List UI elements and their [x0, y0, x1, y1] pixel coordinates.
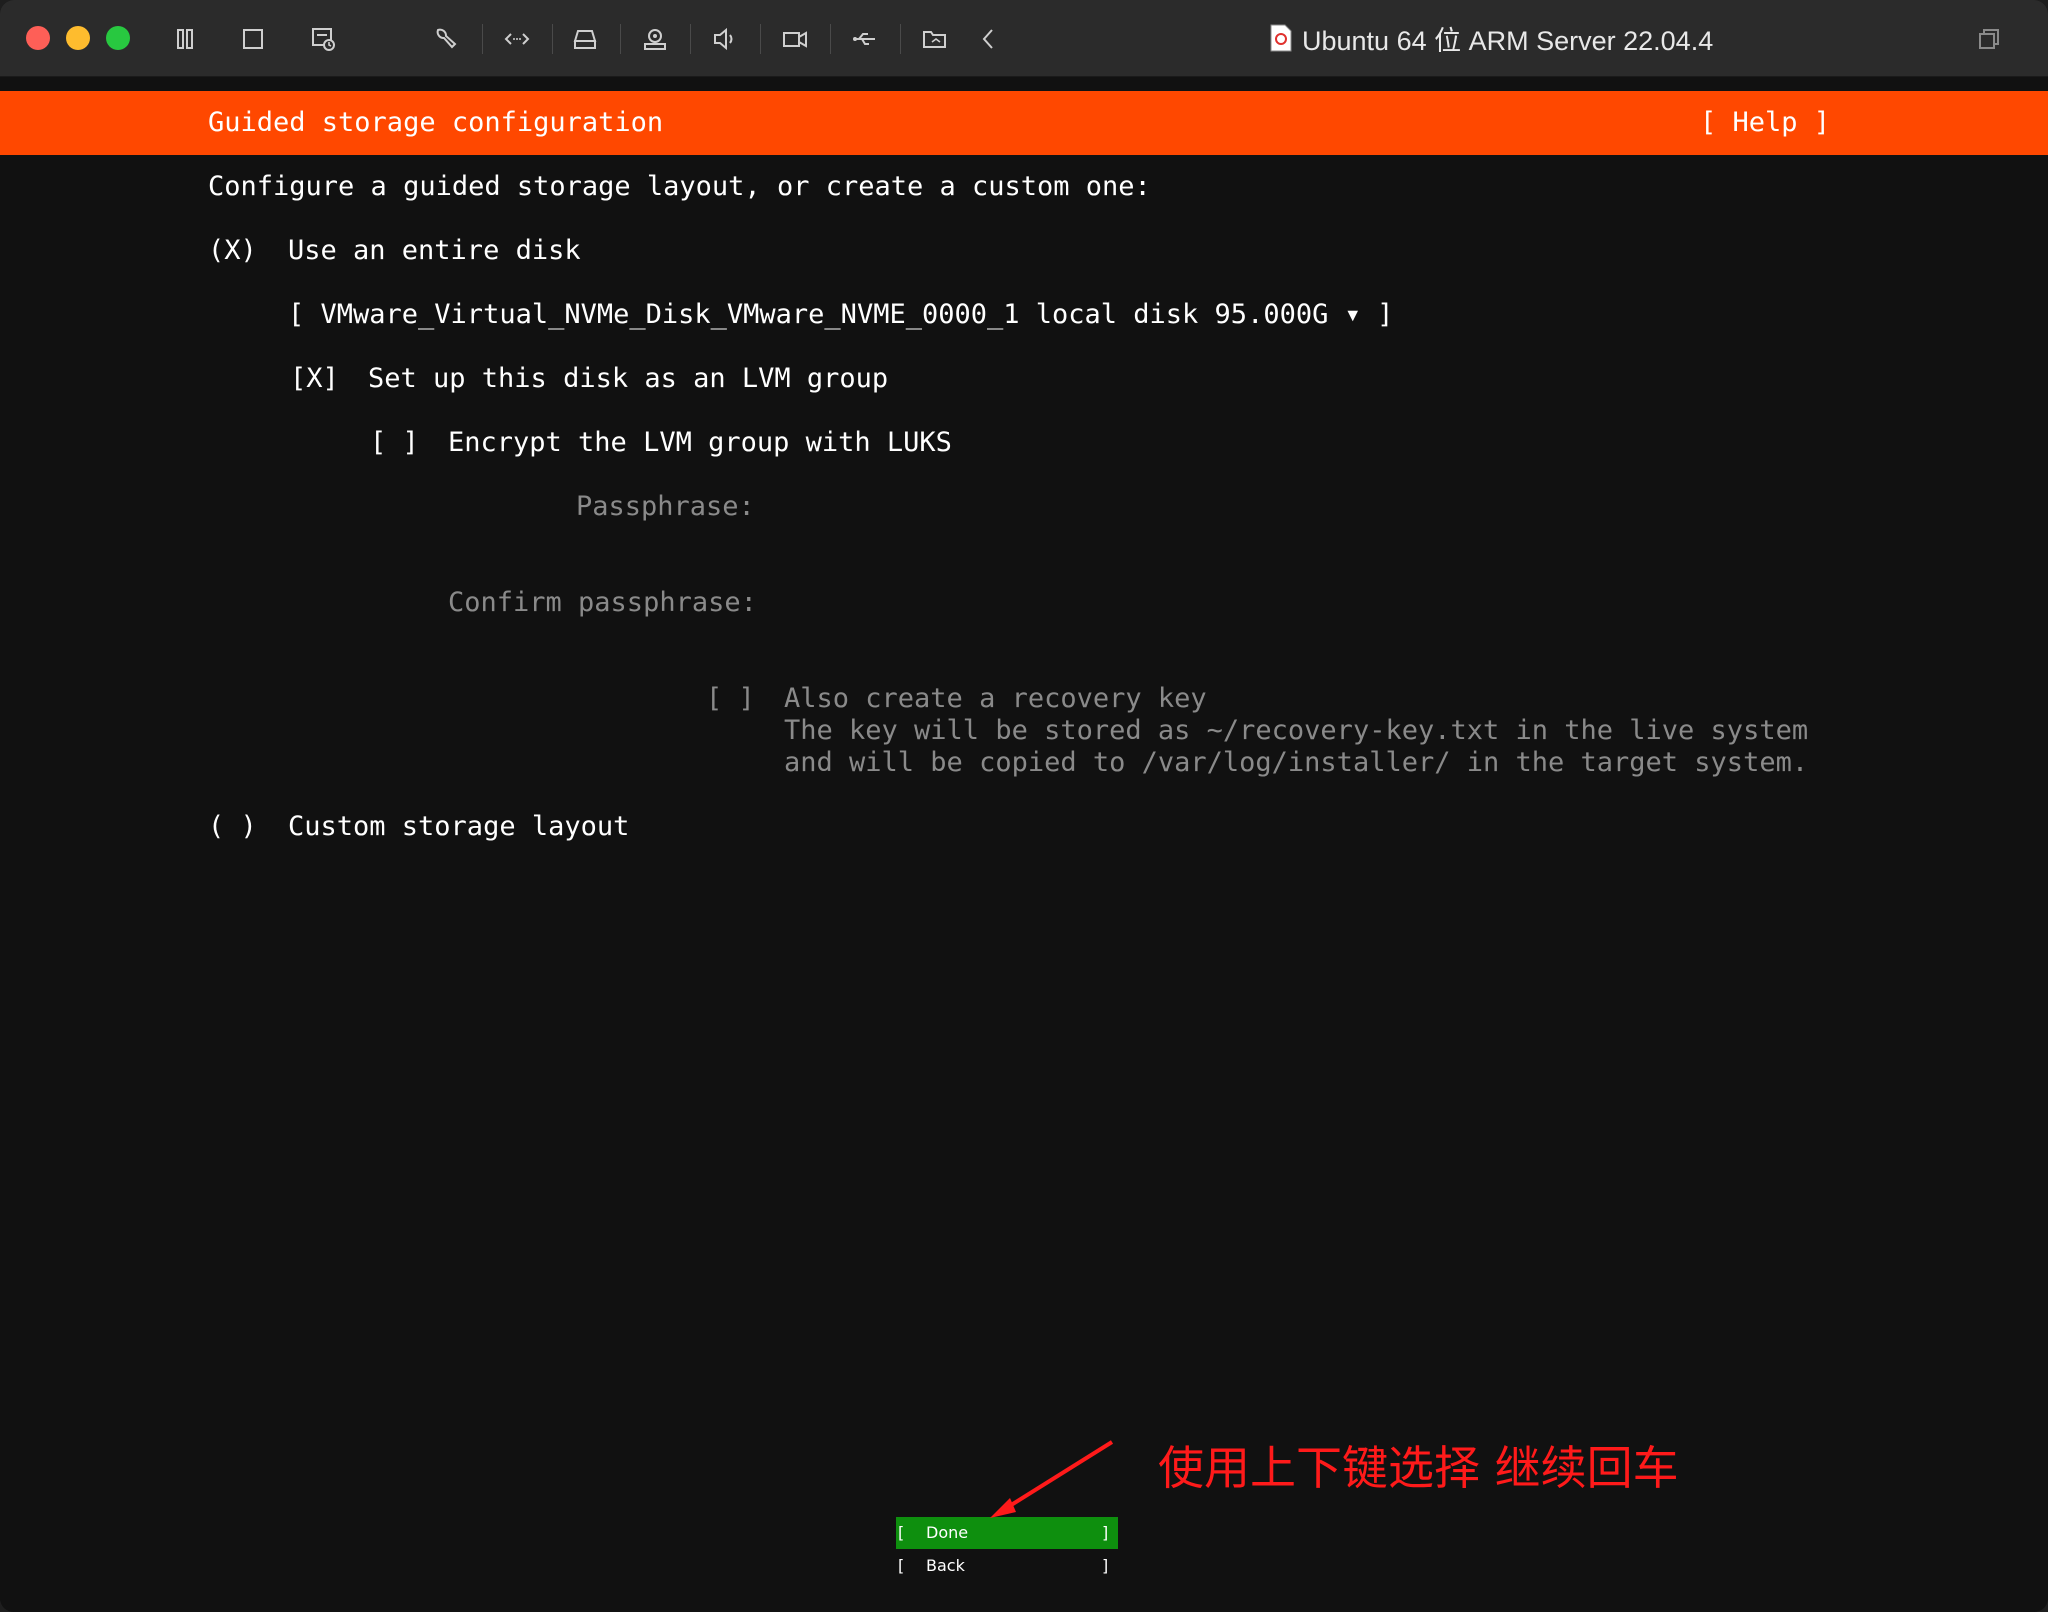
chevron-left-icon[interactable] — [972, 22, 1006, 56]
network-arrows-icon[interactable] — [500, 22, 534, 56]
recovery-key-label: Also create a recovery key — [784, 683, 1207, 714]
recovery-key-desc-line2: and will be copied to /var/log/installer… — [784, 747, 1809, 778]
recovery-key-checkbox[interactable]: [ ] — [706, 683, 755, 715]
installer-header-bar: Guided storage configuration [ Help ] — [0, 91, 2048, 155]
toolbar-separator — [620, 24, 621, 54]
encrypt-checkbox[interactable]: [ ] — [370, 427, 419, 459]
back-button-label: Back — [926, 1556, 965, 1575]
back-button-close-bracket: ] — [1102, 1556, 1109, 1575]
restore-window-icon[interactable] — [1972, 22, 2006, 56]
installer-header-title: Guided storage configuration — [208, 107, 664, 138]
close-window-button[interactable] — [26, 26, 50, 50]
zoom-window-button[interactable] — [106, 26, 130, 50]
done-button-close-bracket: ] — [1102, 1523, 1109, 1542]
title-bar: Ubuntu 64 位 ARM Server 22.04.4 — [0, 0, 2048, 77]
installer-screen: Guided storage configuration [ Help ] Co… — [0, 77, 2048, 1612]
camera-user-icon[interactable] — [638, 22, 672, 56]
encrypt-label: Encrypt the LVM group with LUKS — [448, 427, 952, 458]
annotation-text: 使用上下键选择 继续回车 — [1158, 1441, 1679, 1495]
window-title-text: Ubuntu 64 位 ARM Server 22.04.4 — [1302, 25, 1714, 56]
minimize-window-button[interactable] — [66, 26, 90, 50]
toolbar-separator — [690, 24, 691, 54]
toolbar-separator — [482, 24, 483, 54]
vm-window: Ubuntu 64 位 ARM Server 22.04.4 Guided st… — [0, 0, 2048, 1612]
help-button[interactable]: [ Help ] — [1700, 107, 1830, 139]
window-title: Ubuntu 64 位 ARM Server 22.04.4 — [1270, 20, 1713, 56]
recovery-key-desc-line1: The key will be stored as ~/recovery-key… — [784, 715, 1809, 746]
video-camera-icon[interactable] — [778, 22, 812, 56]
toolbar-separator — [552, 24, 553, 54]
confirm-passphrase-label: Confirm passphrase: — [448, 587, 757, 618]
sound-icon[interactable] — [708, 22, 742, 56]
shared-folder-icon[interactable] — [918, 22, 952, 56]
back-button[interactable]: [ Back ] — [896, 1550, 1118, 1582]
intro-text: Configure a guided storage layout, or cr… — [208, 171, 1151, 202]
stop-icon[interactable] — [236, 22, 270, 56]
back-button-open-bracket: [ — [898, 1556, 905, 1575]
custom-storage-label: Custom storage layout — [288, 811, 630, 842]
lvm-group-checkbox[interactable]: [X] — [290, 363, 339, 395]
use-entire-disk-label: Use an entire disk — [288, 235, 581, 266]
done-button-label: Done — [926, 1523, 969, 1542]
use-entire-disk-radio[interactable]: (X) — [208, 235, 257, 267]
hard-disk-icon[interactable] — [568, 22, 602, 56]
done-button-open-bracket: [ — [898, 1523, 905, 1542]
toolbar-separator — [830, 24, 831, 54]
usb-icon[interactable] — [848, 22, 882, 56]
snapshot-icon[interactable] — [306, 22, 340, 56]
disk-select-dropdown[interactable]: [ VMware_Virtual_NVMe_Disk_VMware_NVME_0… — [288, 299, 1393, 331]
wrench-icon[interactable] — [428, 22, 462, 56]
toolbar-separator — [900, 24, 901, 54]
toolbar-separator — [760, 24, 761, 54]
lvm-group-label: Set up this disk as an LVM group — [368, 363, 889, 394]
done-button[interactable]: [ Done ] — [896, 1517, 1118, 1549]
pause-icon[interactable] — [168, 22, 202, 56]
passphrase-label: Passphrase: — [576, 491, 755, 522]
vm-document-icon — [1270, 24, 1292, 52]
custom-storage-radio[interactable]: ( ) — [208, 811, 257, 843]
